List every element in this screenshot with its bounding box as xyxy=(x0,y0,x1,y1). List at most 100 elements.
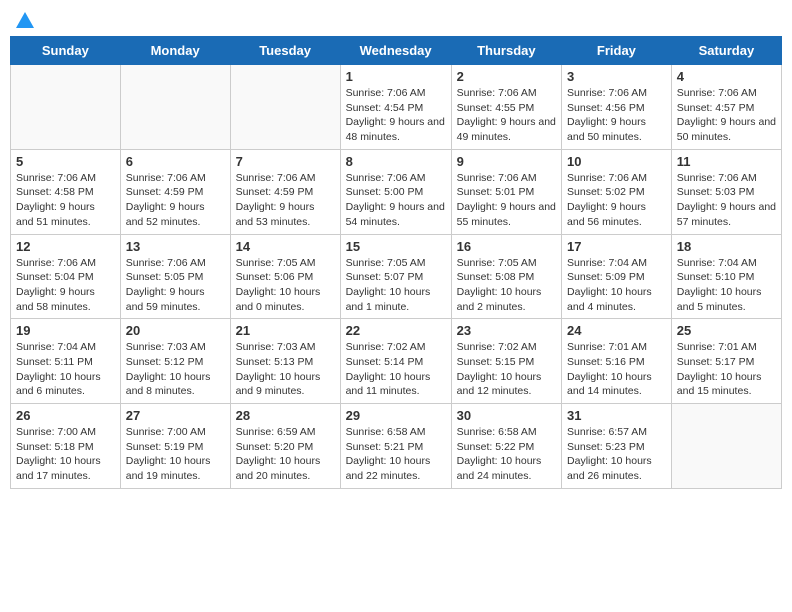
calendar-cell: 1 Sunrise: 7:06 AM Sunset: 4:54 PM Daylig… xyxy=(340,65,451,150)
calendar-cell: 18 Sunrise: 7:04 AM Sunset: 5:10 PM Dayli… xyxy=(671,234,781,319)
weekday-header: Friday xyxy=(562,37,672,65)
calendar-cell: 22 Sunrise: 7:02 AM Sunset: 5:14 PM Dayli… xyxy=(340,319,451,404)
date-number: 29 xyxy=(346,408,446,423)
date-number: 10 xyxy=(567,154,666,169)
date-number: 6 xyxy=(126,154,225,169)
calendar-week-row: 26 Sunrise: 7:00 AM Sunset: 5:18 PM Dayli… xyxy=(11,404,782,489)
date-number: 23 xyxy=(457,323,556,338)
calendar-cell: 12 Sunrise: 7:06 AM Sunset: 5:04 PM Dayli… xyxy=(11,234,121,319)
date-number: 11 xyxy=(677,154,776,169)
calendar-week-row: 1 Sunrise: 7:06 AM Sunset: 4:54 PM Daylig… xyxy=(11,65,782,150)
cell-info: Sunrise: 7:04 AM Sunset: 5:10 PM Dayligh… xyxy=(677,256,776,315)
calendar-cell: 10 Sunrise: 7:06 AM Sunset: 5:02 PM Dayli… xyxy=(562,149,672,234)
cell-info: Sunrise: 7:04 AM Sunset: 5:11 PM Dayligh… xyxy=(16,340,115,399)
calendar-cell: 14 Sunrise: 7:05 AM Sunset: 5:06 PM Dayli… xyxy=(230,234,340,319)
calendar-cell: 5Sunrise: 7:06 AM Sunset: 4:58 PM Daylig… xyxy=(11,149,121,234)
date-number: 20 xyxy=(126,323,225,338)
calendar-cell: 15Sunrise: 7:05 AM Sunset: 5:07 PM Dayli… xyxy=(340,234,451,319)
calendar-cell: 31 Sunrise: 6:57 AM Sunset: 5:23 PM Dayli… xyxy=(562,404,672,489)
calendar-cell xyxy=(671,404,781,489)
page-header xyxy=(10,10,782,28)
date-number: 4 xyxy=(677,69,776,84)
cell-info: Sunrise: 7:06 AM Sunset: 5:03 PM Dayligh… xyxy=(677,171,776,230)
weekday-header: Saturday xyxy=(671,37,781,65)
weekday-header: Wednesday xyxy=(340,37,451,65)
date-number: 7 xyxy=(236,154,335,169)
date-number: 18 xyxy=(677,239,776,254)
cell-info: Sunrise: 7:00 AM Sunset: 5:18 PM Dayligh… xyxy=(16,425,115,484)
cell-info: Sunrise: 7:03 AM Sunset: 5:13 PM Dayligh… xyxy=(236,340,335,399)
date-number: 8 xyxy=(346,154,446,169)
calendar-cell: 21 Sunrise: 7:03 AM Sunset: 5:13 PM Dayli… xyxy=(230,319,340,404)
cell-info: Sunrise: 7:06 AM Sunset: 5:04 PM Dayligh… xyxy=(16,256,115,315)
calendar-cell: 7 Sunrise: 7:06 AM Sunset: 4:59 PM Daylig… xyxy=(230,149,340,234)
date-number: 9 xyxy=(457,154,556,169)
date-number: 25 xyxy=(677,323,776,338)
date-number: 5 xyxy=(16,154,115,169)
cell-info: Sunrise: 7:04 AM Sunset: 5:09 PM Dayligh… xyxy=(567,256,666,315)
cell-info: Sunrise: 7:05 AM Sunset: 5:08 PM Dayligh… xyxy=(457,256,556,315)
logo xyxy=(14,10,36,28)
calendar-week-row: 19 Sunrise: 7:04 AM Sunset: 5:11 PM Dayli… xyxy=(11,319,782,404)
logo-icon xyxy=(14,10,36,32)
calendar-cell: 9 Sunrise: 7:06 AM Sunset: 5:01 PM Daylig… xyxy=(451,149,561,234)
weekday-header-row: SundayMondayTuesdayWednesdayThursdayFrid… xyxy=(11,37,782,65)
calendar-cell: 13 Sunrise: 7:06 AM Sunset: 5:05 PM Dayli… xyxy=(120,234,230,319)
calendar-cell: 26 Sunrise: 7:00 AM Sunset: 5:18 PM Dayli… xyxy=(11,404,121,489)
date-number: 27 xyxy=(126,408,225,423)
date-number: 28 xyxy=(236,408,335,423)
calendar-cell: 3 Sunrise: 7:06 AM Sunset: 4:56 PM Daylig… xyxy=(562,65,672,150)
date-number: 12 xyxy=(16,239,115,254)
cell-info: Sunrise: 7:06 AM Sunset: 5:00 PM Dayligh… xyxy=(346,171,446,230)
calendar-cell: 23Sunrise: 7:02 AM Sunset: 5:15 PM Dayli… xyxy=(451,319,561,404)
weekday-header: Monday xyxy=(120,37,230,65)
calendar-cell: 25Sunrise: 7:01 AM Sunset: 5:17 PM Dayli… xyxy=(671,319,781,404)
calendar-cell: 27Sunrise: 7:00 AM Sunset: 5:19 PM Dayli… xyxy=(120,404,230,489)
date-number: 14 xyxy=(236,239,335,254)
calendar-cell xyxy=(120,65,230,150)
cell-info: Sunrise: 7:05 AM Sunset: 5:06 PM Dayligh… xyxy=(236,256,335,315)
date-number: 13 xyxy=(126,239,225,254)
date-number: 1 xyxy=(346,69,446,84)
cell-info: Sunrise: 7:06 AM Sunset: 4:54 PM Dayligh… xyxy=(346,86,446,145)
date-number: 17 xyxy=(567,239,666,254)
calendar-cell: 6Sunrise: 7:06 AM Sunset: 4:59 PM Daylig… xyxy=(120,149,230,234)
calendar-week-row: 5Sunrise: 7:06 AM Sunset: 4:58 PM Daylig… xyxy=(11,149,782,234)
cell-info: Sunrise: 6:58 AM Sunset: 5:22 PM Dayligh… xyxy=(457,425,556,484)
cell-info: Sunrise: 7:06 AM Sunset: 5:02 PM Dayligh… xyxy=(567,171,666,230)
date-number: 26 xyxy=(16,408,115,423)
calendar-table: SundayMondayTuesdayWednesdayThursdayFrid… xyxy=(10,36,782,489)
weekday-header: Tuesday xyxy=(230,37,340,65)
date-number: 31 xyxy=(567,408,666,423)
cell-info: Sunrise: 6:59 AM Sunset: 5:20 PM Dayligh… xyxy=(236,425,335,484)
calendar-cell: 16 Sunrise: 7:05 AM Sunset: 5:08 PM Dayli… xyxy=(451,234,561,319)
cell-info: Sunrise: 7:05 AM Sunset: 5:07 PM Dayligh… xyxy=(346,256,446,315)
cell-info: Sunrise: 7:06 AM Sunset: 5:05 PM Dayligh… xyxy=(126,256,225,315)
calendar-cell: 29Sunrise: 6:58 AM Sunset: 5:21 PM Dayli… xyxy=(340,404,451,489)
calendar-cell: 17 Sunrise: 7:04 AM Sunset: 5:09 PM Dayli… xyxy=(562,234,672,319)
cell-info: Sunrise: 7:06 AM Sunset: 4:56 PM Dayligh… xyxy=(567,86,666,145)
date-number: 2 xyxy=(457,69,556,84)
calendar-cell: 8 Sunrise: 7:06 AM Sunset: 5:00 PM Daylig… xyxy=(340,149,451,234)
weekday-header: Sunday xyxy=(11,37,121,65)
date-number: 22 xyxy=(346,323,446,338)
calendar-cell: 4Sunrise: 7:06 AM Sunset: 4:57 PM Daylig… xyxy=(671,65,781,150)
calendar-cell: 2 Sunrise: 7:06 AM Sunset: 4:55 PM Daylig… xyxy=(451,65,561,150)
date-number: 19 xyxy=(16,323,115,338)
cell-info: Sunrise: 7:02 AM Sunset: 5:14 PM Dayligh… xyxy=(346,340,446,399)
date-number: 3 xyxy=(567,69,666,84)
calendar-cell: 28 Sunrise: 6:59 AM Sunset: 5:20 PM Dayli… xyxy=(230,404,340,489)
date-number: 16 xyxy=(457,239,556,254)
cell-info: Sunrise: 7:06 AM Sunset: 4:59 PM Dayligh… xyxy=(236,171,335,230)
calendar-cell: 11 Sunrise: 7:06 AM Sunset: 5:03 PM Dayli… xyxy=(671,149,781,234)
cell-info: Sunrise: 7:01 AM Sunset: 5:16 PM Dayligh… xyxy=(567,340,666,399)
cell-info: Sunrise: 6:57 AM Sunset: 5:23 PM Dayligh… xyxy=(567,425,666,484)
calendar-cell: 20Sunrise: 7:03 AM Sunset: 5:12 PM Dayli… xyxy=(120,319,230,404)
cell-info: Sunrise: 7:06 AM Sunset: 5:01 PM Dayligh… xyxy=(457,171,556,230)
calendar-cell: 30 Sunrise: 6:58 AM Sunset: 5:22 PM Dayli… xyxy=(451,404,561,489)
calendar-cell: 19 Sunrise: 7:04 AM Sunset: 5:11 PM Dayli… xyxy=(11,319,121,404)
calendar-cell xyxy=(230,65,340,150)
date-number: 30 xyxy=(457,408,556,423)
date-number: 21 xyxy=(236,323,335,338)
cell-info: Sunrise: 7:06 AM Sunset: 4:55 PM Dayligh… xyxy=(457,86,556,145)
